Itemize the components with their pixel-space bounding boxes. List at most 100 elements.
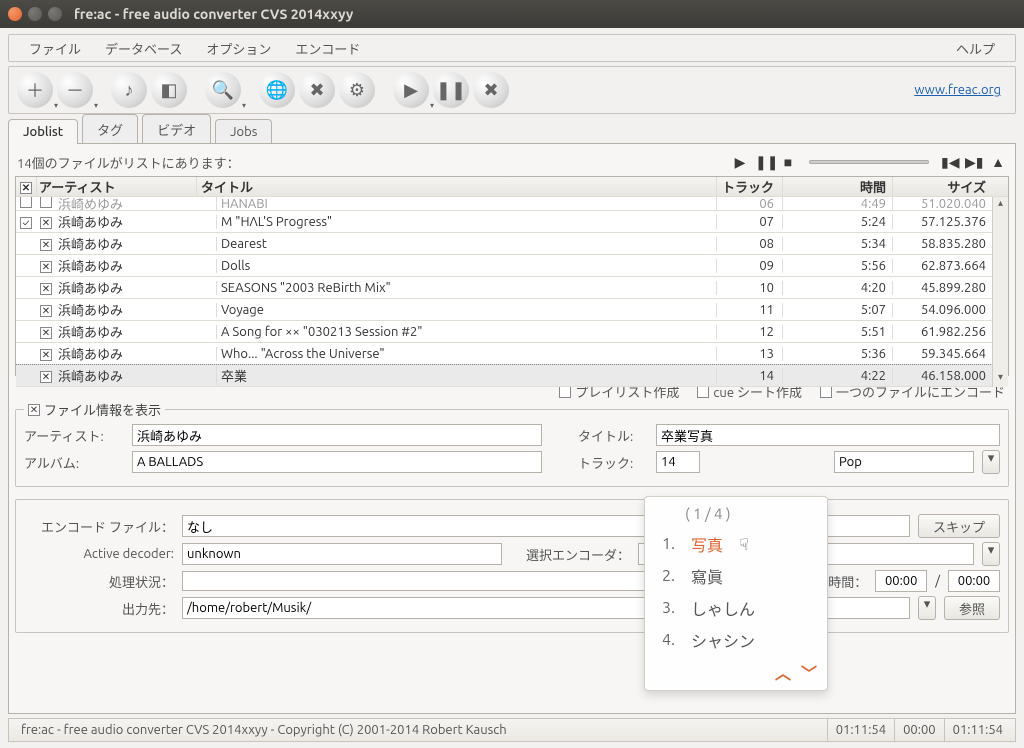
menu-database[interactable]: データベース (93, 35, 194, 62)
cd-icon[interactable]: ♪ (111, 72, 147, 108)
output-dropdown-icon[interactable]: ▾ (918, 596, 936, 620)
row-check[interactable]: ✕ (40, 239, 52, 251)
minimize-icon[interactable] (28, 7, 42, 21)
header-checkbox-all[interactable]: ✕ (20, 182, 32, 194)
artist-input[interactable] (132, 424, 542, 446)
output-label: 出力先： (24, 599, 174, 618)
add-file-button[interactable]: ＋▾ (17, 72, 53, 108)
track-input[interactable] (656, 451, 700, 473)
remove-file-button[interactable]: －▾ (57, 72, 93, 108)
row-check-outer[interactable] (20, 197, 32, 208)
row-check-outer[interactable]: ✓ (20, 217, 32, 229)
globe-icon[interactable]: 🌐 (259, 72, 295, 108)
joblist-table: ✕ アーティスト タイトル トラック 時間 サイズ 浜崎めゆみHANABI064… (15, 176, 1009, 376)
seek-slider[interactable] (809, 160, 929, 164)
browse-button[interactable]: 参照 (944, 596, 1000, 620)
scroll-up-icon[interactable]: ▴ (993, 197, 1008, 213)
ime-up-icon[interactable]: ︿ (775, 660, 791, 684)
fileinfo-legend[interactable]: ✕ファイル情報を表示 (24, 400, 165, 419)
menu-options[interactable]: オプション (194, 35, 283, 62)
table-row[interactable]: ✕浜崎あゆみDolls095:5662.873.664 (16, 255, 992, 277)
media-pause-icon[interactable]: ❚❚ (755, 154, 773, 171)
menu-encode[interactable]: エンコード (283, 35, 372, 62)
genre-input[interactable] (834, 451, 974, 473)
stop-button[interactable]: ✖ (473, 72, 509, 108)
row-check[interactable]: ✕ (40, 371, 52, 383)
row-check[interactable] (40, 197, 52, 208)
maximize-icon[interactable] (48, 7, 62, 21)
col-title[interactable]: タイトル (196, 177, 716, 196)
close-icon[interactable] (8, 7, 22, 21)
tab-tags[interactable]: タグ (82, 114, 138, 144)
cell-title: Voyage (216, 303, 716, 317)
ime-candidate-2[interactable]: 2. 寫眞 (655, 560, 817, 592)
cancel-icon[interactable]: ✖ (299, 72, 335, 108)
scrollbar[interactable]: ▴ ▾ (992, 197, 1008, 387)
cell-track: 12 (716, 325, 782, 339)
row-check[interactable]: ✕ (40, 349, 52, 361)
ime-candidate-4[interactable]: 4. シャシン (655, 624, 817, 656)
col-artist[interactable]: アーティスト (36, 177, 196, 196)
artist-label: アーティスト: (24, 426, 124, 445)
genre-dropdown-icon[interactable]: ▾ (982, 450, 1000, 474)
cell-title: Dearest (216, 237, 716, 251)
cell-track: 11 (716, 303, 782, 317)
tab-jobs[interactable]: Jobs (215, 119, 272, 144)
album-input[interactable] (132, 451, 542, 473)
decoder-input[interactable] (182, 543, 502, 565)
table-body: 浜崎めゆみHANABI064:4951.020.040✓✕浜崎あゆみM "HΛL… (16, 197, 992, 387)
search-icon[interactable]: 🔍▾ (205, 72, 241, 108)
media-prev-icon[interactable]: ▮◀ (941, 154, 959, 171)
cell-track: 07 (716, 215, 782, 229)
media-next-icon[interactable]: ▶▮ (965, 154, 983, 171)
table-row[interactable]: ✕浜崎あゆみSEASONS "2003 ReBirth Mix"104:2045… (16, 277, 992, 299)
media-eject-icon[interactable]: ▲ (989, 154, 1007, 170)
ime-candidate-1[interactable]: 1. 写真 ☟ (655, 528, 817, 560)
cell-time: 4:20 (782, 281, 892, 295)
row-check[interactable]: ✕ (40, 261, 52, 273)
cell-time: 4:49 (782, 197, 892, 211)
cell-size: 54.096.000 (892, 303, 992, 317)
play-button[interactable]: ▶▾ (393, 72, 429, 108)
status-time-2: 00:00 (894, 719, 944, 741)
ime-candidate-3[interactable]: 3. しゃしん (655, 592, 817, 624)
cell-time: 5:24 (782, 215, 892, 229)
title-input[interactable] (656, 424, 1000, 446)
cddb-icon[interactable]: ◧ (151, 72, 187, 108)
col-track[interactable]: トラック (716, 177, 782, 196)
status-text: fre:ac - free audio converter CVS 2014xx… (13, 719, 827, 741)
table-row[interactable]: ✕浜崎あゆみWho... "Across the Universe"135:36… (16, 343, 992, 365)
cell-track: 14 (716, 369, 782, 383)
cell-track: 10 (716, 281, 782, 295)
tab-video[interactable]: ビデオ (142, 114, 211, 144)
row-check[interactable]: ✕ (40, 283, 52, 295)
table-row[interactable]: ✕浜崎あゆみVoyage115:0754.096.000 (16, 299, 992, 321)
table-row[interactable]: ✕浜崎あゆみDearest085:3458.835.280 (16, 233, 992, 255)
row-check[interactable]: ✕ (40, 217, 52, 229)
menu-file[interactable]: ファイル (17, 35, 93, 62)
media-play-icon[interactable]: ▶ (731, 154, 749, 171)
ime-down-icon[interactable]: ﹀ (801, 660, 817, 684)
col-size[interactable]: サイズ (892, 177, 992, 196)
row-check[interactable]: ✕ (40, 305, 52, 317)
gear-icon[interactable]: ⚙ (339, 72, 375, 108)
cell-artist: 浜崎あゆみ (56, 300, 216, 319)
cell-artist: 浜崎めゆみ (56, 197, 216, 211)
table-row[interactable]: 浜崎めゆみHANABI064:4951.020.040 (16, 197, 992, 211)
menu-help[interactable]: ヘルプ (944, 35, 1007, 62)
tab-joblist[interactable]: Joblist (8, 119, 78, 144)
col-time[interactable]: 時間 (782, 177, 892, 196)
table-row[interactable]: ✕浜崎あゆみA Song for ×× "030213 Session #2"1… (16, 321, 992, 343)
cell-size: 57.125.376 (892, 215, 992, 229)
cell-size: 61.982.256 (892, 325, 992, 339)
table-row[interactable]: ✓✕浜崎あゆみM "HΛL'S Progress"075:2457.125.37… (16, 211, 992, 233)
skip-button[interactable]: スキップ (918, 514, 1000, 538)
homepage-link[interactable]: www.freac.org (914, 83, 1007, 97)
pause-button[interactable]: ❚❚ (433, 72, 469, 108)
table-row[interactable]: ✕浜崎あゆみ卒業144:2246.158.000 (16, 365, 992, 387)
encoder-dropdown-icon[interactable]: ▾ (982, 542, 1000, 566)
cell-artist: 浜崎あゆみ (56, 366, 216, 385)
toolbar: ＋▾ －▾ ♪ ◧ 🔍▾ 🌐 ✖ ⚙ ▶▾ ❚❚ ✖ www.freac.org (8, 66, 1016, 114)
row-check[interactable]: ✕ (40, 327, 52, 339)
media-stop-icon[interactable]: ■ (779, 154, 797, 170)
